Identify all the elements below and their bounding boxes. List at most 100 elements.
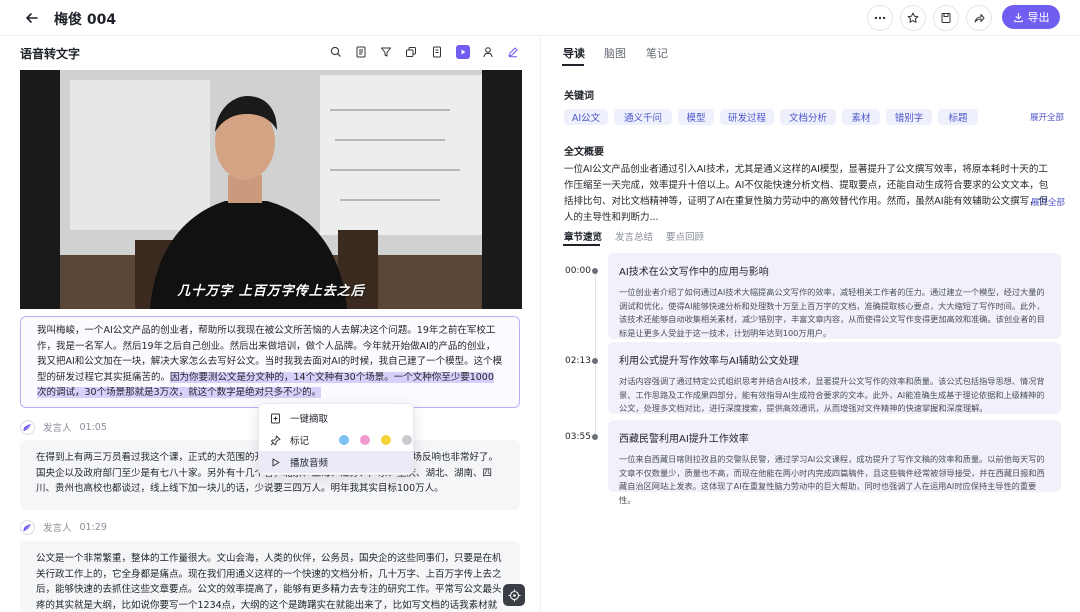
video-player[interactable]: 几十万字 上百万字传上去之后 [20, 70, 522, 309]
favorite-button[interactable] [900, 5, 926, 31]
keywords-expand-link[interactable]: 展开全部 [1030, 111, 1064, 123]
video-icon [461, 49, 466, 55]
summary-text: 一位AI公文产品创业者通过引入AI技术，尤其是通义这样的AI模型，显著提升了公文… [564, 164, 1049, 223]
menu-item-label: 标记 [290, 436, 310, 447]
mark-color-pink[interactable] [360, 435, 370, 445]
transcript-text: 公文是一个非常繁重，整体的工作量很大。文山会海，人类的伙伴，公务员，国央企的这些… [36, 553, 502, 611]
speaker-time[interactable]: 01:29 [80, 522, 107, 533]
chapter-title: 西藏民警利用AI提升工作效率 [619, 434, 749, 445]
speaker-tool[interactable] [481, 45, 495, 59]
menu-item-play-audio[interactable]: 播放音频 [259, 451, 413, 473]
mark-color-yellow[interactable] [381, 435, 391, 445]
pin-icon [270, 435, 281, 445]
context-menu: 一键摘取 标记 播放音频 [258, 403, 414, 475]
timeline-line [595, 268, 596, 438]
panel-divider [540, 36, 541, 612]
menu-item-label: 一键摘取 [290, 414, 329, 425]
transcript-title: 语音转文字 [20, 47, 81, 61]
chapter-time[interactable]: 03:55 [565, 432, 591, 442]
timeline-dot [592, 268, 598, 274]
filter-tool[interactable] [379, 45, 393, 59]
document-icon [356, 46, 366, 58]
video-frame [20, 70, 522, 309]
video-tool[interactable] [456, 45, 470, 59]
mark-color-blue[interactable] [339, 435, 349, 445]
keyword-tag[interactable]: 标题 [938, 109, 978, 125]
chapter-time[interactable]: 02:13 [565, 356, 591, 366]
chapter-time[interactable]: 00:00 [565, 266, 591, 276]
top-bar: 梅俊 004 导出 [0, 0, 1080, 36]
user-icon [483, 47, 493, 58]
timeline-dot [592, 358, 598, 364]
document-tool[interactable] [354, 45, 368, 59]
keywords-heading: 关键词 [564, 91, 594, 102]
export-button[interactable]: 导出 [1002, 5, 1060, 29]
menu-item-mark[interactable]: 标记 [259, 429, 413, 451]
chapter-card[interactable]: 西藏民警利用AI提升工作效率 一位来自西藏日喀则拉孜县的交警队民警，通过学习AI… [608, 420, 1061, 505]
chapter-card[interactable]: 利用公式提升写作效率与AI辅助公文处理 对话内容强调了通过特定公式组织思考并结合… [608, 342, 1061, 414]
filter-icon [381, 47, 391, 57]
menu-item-label: 播放音频 [290, 458, 329, 469]
keyword-tag[interactable]: AI公文 [564, 109, 608, 125]
chapter-title: AI技术在公文写作中的应用与影响 [619, 267, 769, 278]
save-icon [941, 13, 951, 23]
tab-notes[interactable]: 笔记 [646, 45, 668, 61]
subtab-chapters[interactable]: 章节速览 [564, 229, 602, 243]
timeline-dot [592, 434, 598, 440]
excerpt-icon [271, 413, 280, 423]
speaker-logo-icon [23, 423, 31, 431]
keyword-tag[interactable]: 素材 [842, 109, 880, 125]
speaker-header: 发言人 01:29 [20, 519, 107, 535]
share-icon [974, 14, 985, 23]
chapter-body: 对话内容强调了通过特定公式组织思考并结合AI技术，显著提升公文写作的效率和质量。… [619, 376, 1045, 413]
speaker-avatar [20, 519, 35, 535]
summary-expand-link[interactable]: 展开全部 [1031, 196, 1065, 208]
back-button[interactable] [20, 6, 44, 30]
speaker-name: 发言人 [43, 523, 72, 534]
keyword-tag[interactable]: 研发过程 [720, 109, 774, 125]
edit-tool[interactable] [506, 45, 520, 59]
tab-guide[interactable]: 导读 [563, 45, 585, 61]
export-label: 导出 [1027, 11, 1050, 24]
chapter-body: 一位创业者介绍了如何通过AI技术大幅提高公文写作的效率，减轻相关工作者的压力。通… [619, 287, 1045, 338]
target-icon [508, 589, 520, 601]
search-tool[interactable] [329, 45, 343, 59]
subtab-indicator [563, 244, 600, 246]
search-icon [330, 46, 341, 57]
play-icon [272, 458, 280, 466]
keyword-tag[interactable]: 错别字 [886, 109, 932, 125]
menu-item-excerpt[interactable]: 一键摘取 [259, 407, 413, 429]
tab-indicator [562, 64, 584, 66]
notes-icon [433, 46, 441, 58]
pen-icon [508, 47, 518, 58]
transcript-paragraph-active[interactable]: 我叫梅峻，一个AI公文产品的创业者，帮助所以我现在被公文所苦恼的人去解决这个问题… [20, 316, 520, 408]
mark-color-gray[interactable] [402, 435, 412, 445]
download-icon [1013, 12, 1023, 22]
locate-button[interactable] [503, 584, 525, 606]
copy-tool[interactable] [404, 45, 418, 59]
chapter-title: 利用公式提升写作效率与AI辅助公文处理 [619, 356, 799, 367]
speaker-avatar [20, 419, 35, 435]
chapter-card[interactable]: AI技术在公文写作中的应用与影响 一位创业者介绍了如何通过AI技术大幅提高公文写… [608, 253, 1061, 339]
speaker-time[interactable]: 01:05 [80, 422, 107, 433]
transcript-paragraph[interactable]: 公文是一个非常繁重，整体的工作量很大。文山会海，人类的伙伴，公务员，国央企的这些… [20, 541, 520, 612]
more-button[interactable] [867, 5, 893, 31]
keyword-tag[interactable]: 模型 [678, 109, 714, 125]
more-dots-icon [874, 16, 886, 20]
video-subtitle: 几十万字 上百万字传上去之后 [177, 284, 365, 299]
chapter-body: 一位来自西藏日喀则拉孜县的交警队民警，通过学习AI公文课程，成功提升了写作文稿的… [619, 454, 1045, 505]
copy-icon [406, 47, 416, 57]
keyword-tag[interactable]: 文档分析 [780, 109, 836, 125]
summary-heading: 全文概要 [564, 147, 604, 158]
tab-mindmap[interactable]: 脑图 [604, 45, 626, 61]
subtab-speaker-summary[interactable]: 发言总结 [615, 229, 653, 243]
notes-tool[interactable] [430, 45, 444, 59]
save-button[interactable] [933, 5, 959, 31]
keyword-tag[interactable]: 通义千问 [614, 109, 672, 125]
speaker-name: 发言人 [43, 423, 72, 434]
page-title: 梅俊 004 [54, 12, 117, 28]
arrow-left-icon [26, 13, 38, 23]
share-button[interactable] [966, 5, 992, 31]
subtab-key-points[interactable]: 要点回顾 [666, 229, 704, 243]
star-icon [907, 12, 919, 23]
